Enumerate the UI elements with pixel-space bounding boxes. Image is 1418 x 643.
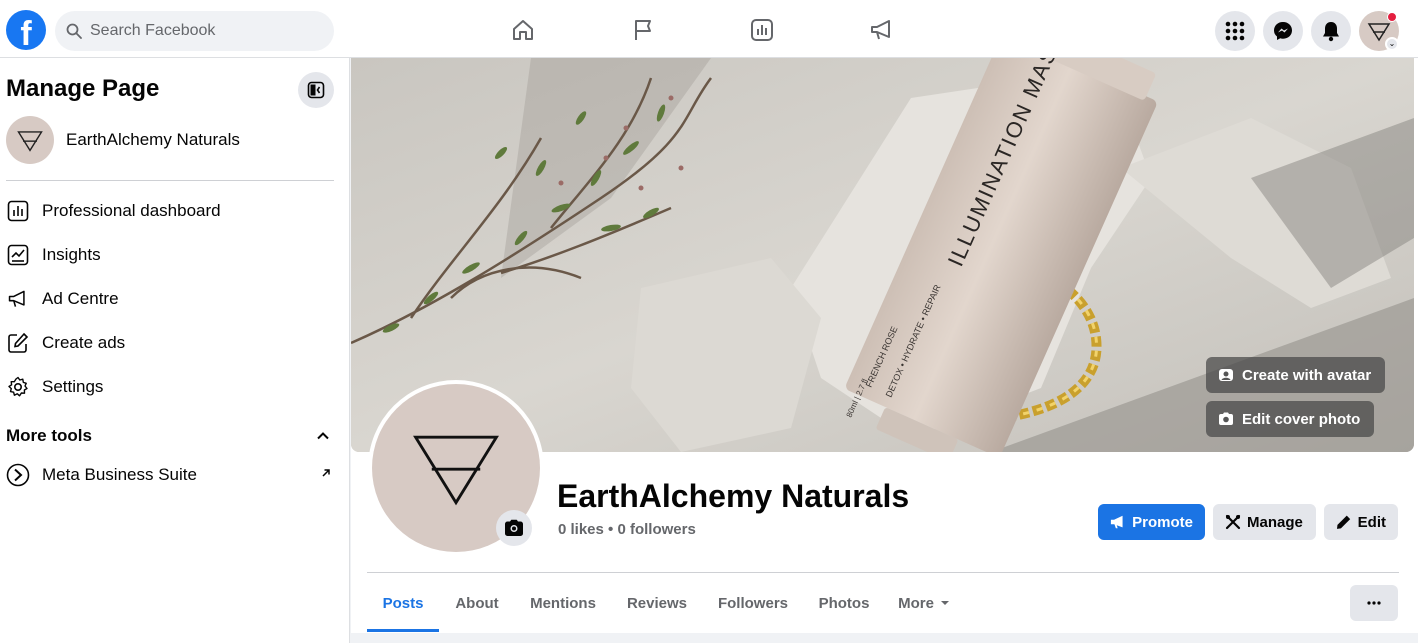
sidebar-divider xyxy=(6,180,334,181)
more-options-button[interactable] xyxy=(1350,585,1398,621)
bell-icon[interactable] xyxy=(1311,11,1351,51)
pencil-icon xyxy=(1336,515,1351,529)
menu-grid-icon[interactable] xyxy=(1215,11,1255,51)
facebook-logo[interactable]: f xyxy=(6,10,46,53)
sidebar-page-switcher[interactable]: EarthAlchemy Naturals xyxy=(6,116,336,164)
camera-icon xyxy=(1219,412,1233,425)
page-main-content: ILLUMINATION MASK FRENCH ROSE DETOX • HY… xyxy=(351,58,1418,643)
search-icon xyxy=(66,23,82,39)
sidebar-item-label: Insights xyxy=(42,245,101,264)
edit-button[interactable]: Edit xyxy=(1324,504,1398,540)
search-input[interactable] xyxy=(90,11,320,51)
sidebar-item-insights[interactable]: Insights xyxy=(6,235,336,275)
facebook-logo-letter: f xyxy=(20,15,32,53)
insights-icon xyxy=(6,243,30,267)
alchemy-earth-symbol-icon xyxy=(413,435,499,506)
edit-label: Edit xyxy=(1357,513,1386,531)
content-background-strip xyxy=(351,633,1418,643)
tab-posts[interactable]: Posts xyxy=(367,573,439,633)
profile-camera-icon[interactable] xyxy=(496,510,532,546)
page-avatar xyxy=(6,116,54,164)
dashboard-icon xyxy=(6,199,30,223)
sidebar-page-name: EarthAlchemy Naturals xyxy=(66,130,240,149)
sidebar-title: Manage Page xyxy=(6,75,160,102)
more-tools-label: More tools xyxy=(6,426,92,445)
sidebar-item-settings[interactable]: Settings xyxy=(6,367,336,407)
sidebar-item-label: Settings xyxy=(42,377,104,396)
more-tools-section-header[interactable]: More tools xyxy=(6,424,336,448)
tab-more-label: More xyxy=(898,594,934,612)
avatar-icon xyxy=(1219,369,1233,381)
sidebar-item-label: Professional dashboard xyxy=(42,201,221,220)
sidebar-item-label: Meta Business Suite xyxy=(42,465,197,484)
tab-reviews[interactable]: Reviews xyxy=(617,573,697,633)
manage-label: Manage xyxy=(1247,513,1303,531)
top-navigation-bar: f ⌄ xyxy=(0,0,1418,58)
more-dots-icon xyxy=(1367,601,1381,605)
chevron-down-icon[interactable]: ⌄ xyxy=(1385,37,1399,51)
dashboard-icon[interactable] xyxy=(748,16,776,44)
page-stats: 0 likes • 0 followers xyxy=(558,521,696,538)
edit-cover-photo-label: Edit cover photo xyxy=(1242,410,1361,428)
notification-dot xyxy=(1387,12,1397,22)
megaphone-icon xyxy=(6,287,30,311)
edit-cover-photo-button[interactable]: Edit cover photo xyxy=(1206,401,1375,437)
sidebar-item-ad-centre[interactable]: Ad Centre xyxy=(6,279,336,319)
messenger-icon[interactable] xyxy=(1263,11,1303,51)
tab-more[interactable]: More xyxy=(891,573,957,633)
cover-photo: ILLUMINATION MASK FRENCH ROSE DETOX • HY… xyxy=(351,58,1414,452)
sidebar-item-label: Create ads xyxy=(42,333,126,352)
tab-followers[interactable]: Followers xyxy=(709,573,797,633)
page-title: EarthAlchemy Naturals xyxy=(557,478,910,514)
home-icon[interactable] xyxy=(509,16,537,44)
megaphone-icon xyxy=(1110,515,1123,529)
collapse-sidebar-icon[interactable] xyxy=(298,72,334,108)
tools-icon xyxy=(1225,514,1241,530)
promote-label: Promote xyxy=(1132,513,1193,531)
sidebar-item-professional-dashboard[interactable]: Professional dashboard xyxy=(6,191,336,231)
create-with-avatar-label: Create with avatar xyxy=(1242,366,1372,384)
pencil-square-icon xyxy=(6,331,30,355)
sidebar-item-meta-business-suite[interactable]: Meta Business Suite xyxy=(6,455,336,495)
megaphone-icon[interactable] xyxy=(868,16,896,44)
tab-mentions[interactable]: Mentions xyxy=(521,573,605,633)
tab-photos[interactable]: Photos xyxy=(809,573,879,633)
promote-button[interactable]: Promote xyxy=(1098,504,1205,540)
caret-down-icon xyxy=(940,601,949,605)
manage-button[interactable]: Manage xyxy=(1213,504,1316,540)
flag-icon[interactable] xyxy=(629,16,657,44)
tab-about[interactable]: About xyxy=(445,573,509,633)
sidebar-item-label: Ad Centre xyxy=(42,289,119,308)
active-tab-indicator xyxy=(367,629,439,632)
create-with-avatar-button[interactable]: Create with avatar xyxy=(1206,357,1386,393)
meta-business-icon xyxy=(6,463,30,487)
sidebar-item-create-ads[interactable]: Create ads xyxy=(6,323,336,363)
gear-icon xyxy=(6,375,30,399)
external-link-icon xyxy=(322,469,330,477)
search-box[interactable] xyxy=(55,11,334,51)
manage-page-sidebar: Manage Page EarthAlchemy Naturals Profes… xyxy=(0,58,350,643)
chevron-up-icon xyxy=(317,432,329,440)
